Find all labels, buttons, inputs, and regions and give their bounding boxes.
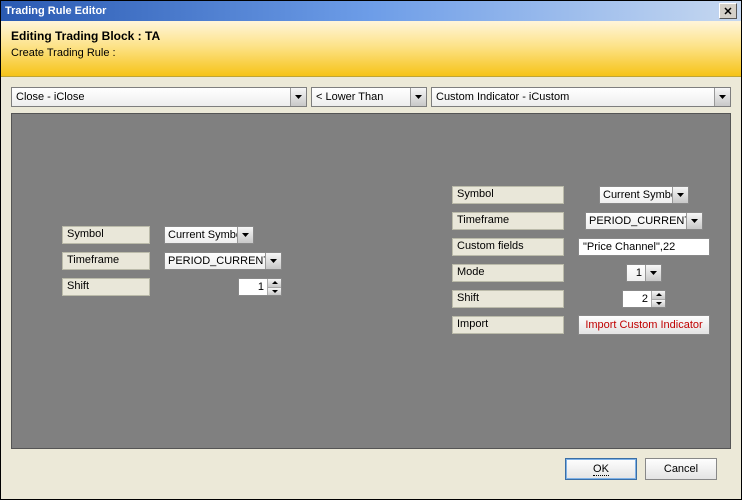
field-row: Timeframe PERIOD_CURRENT: [452, 210, 710, 232]
operand-left-text: Close - iClose: [12, 91, 290, 103]
body: Close - iClose < Lower Than Custom Indic…: [1, 77, 741, 499]
left-symbol-select[interactable]: Current Symbol: [164, 226, 254, 244]
right-symbol-value: Current Symbol: [600, 189, 672, 201]
left-shift-spinner[interactable]: 1: [238, 278, 282, 296]
operator-text: < Lower Than: [312, 91, 410, 103]
spinner-up[interactable]: [652, 291, 665, 300]
left-symbol-value: Current Symbol: [165, 229, 237, 241]
rule-combo-row: Close - iClose < Lower Than Custom Indic…: [11, 87, 731, 107]
ok-button[interactable]: OK: [565, 458, 637, 480]
import-custom-indicator-button[interactable]: Import Custom Indicator: [578, 315, 710, 335]
field-row: Mode 1: [452, 262, 710, 284]
header-band: Editing Trading Block : TA Create Tradin…: [1, 21, 741, 77]
left-operand-group: Symbol Current Symbol Timeframe PERIOD_C…: [62, 224, 282, 302]
field-row: Symbol Current Symbol: [452, 184, 710, 206]
field-row: Shift 1: [62, 276, 282, 298]
chevron-down-icon: [237, 227, 253, 243]
left-timeframe-value: PERIOD_CURRENT: [165, 255, 265, 267]
left-shift-value: 1: [239, 281, 267, 293]
chevron-down-icon: [714, 88, 730, 106]
main-panel: Symbol Current Symbol Timeframe PERIOD_C…: [11, 113, 731, 449]
header-sub: Create Trading Rule :: [11, 47, 731, 59]
label-symbol: Symbol: [452, 186, 564, 204]
spinner-down[interactable]: [652, 300, 665, 308]
label-timeframe: Timeframe: [452, 212, 564, 230]
operand-left-select[interactable]: Close - iClose: [11, 87, 307, 107]
titlebar[interactable]: Trading Rule Editor ✕: [1, 1, 741, 21]
close-button[interactable]: ✕: [719, 3, 737, 19]
chevron-down-icon: [410, 88, 426, 106]
label-custom-fields: Custom fields: [452, 238, 564, 256]
field-row: Symbol Current Symbol: [62, 224, 282, 246]
chevron-down-icon: [686, 213, 702, 229]
right-timeframe-select[interactable]: PERIOD_CURRENT: [585, 212, 703, 230]
label-shift: Shift: [452, 290, 564, 308]
operand-right-select[interactable]: Custom Indicator - iCustom: [431, 87, 731, 107]
window-title: Trading Rule Editor: [5, 5, 719, 17]
chevron-down-icon: [265, 253, 281, 269]
label-symbol: Symbol: [62, 226, 150, 244]
window: Trading Rule Editor ✕ Editing Trading Bl…: [0, 0, 742, 500]
cancel-button[interactable]: Cancel: [645, 458, 717, 480]
operator-select[interactable]: < Lower Than: [311, 87, 427, 107]
operand-right-text: Custom Indicator - iCustom: [432, 91, 714, 103]
right-shift-value: 2: [623, 293, 651, 305]
field-row: Shift 2: [452, 288, 710, 310]
right-timeframe-value: PERIOD_CURRENT: [586, 215, 686, 227]
spinner-up[interactable]: [268, 279, 281, 288]
right-custom-fields-input[interactable]: [578, 238, 710, 256]
right-shift-spinner[interactable]: 2: [622, 290, 666, 308]
close-icon: ✕: [723, 5, 732, 18]
chevron-down-icon: [290, 88, 306, 106]
right-mode-value: 1: [627, 267, 645, 279]
field-row: Timeframe PERIOD_CURRENT: [62, 250, 282, 272]
chevron-down-icon: [672, 187, 688, 203]
label-timeframe: Timeframe: [62, 252, 150, 270]
chevron-down-icon: [645, 265, 661, 281]
right-mode-select[interactable]: 1: [626, 264, 662, 282]
footer: OK Cancel: [11, 449, 731, 489]
field-row: Import Import Custom Indicator: [452, 314, 710, 336]
right-operand-group: Symbol Current Symbol Timeframe PERIOD_C…: [452, 184, 710, 340]
left-timeframe-select[interactable]: PERIOD_CURRENT: [164, 252, 282, 270]
right-symbol-select[interactable]: Current Symbol: [599, 186, 689, 204]
label-mode: Mode: [452, 264, 564, 282]
spinner-down[interactable]: [268, 288, 281, 296]
field-row: Custom fields: [452, 236, 710, 258]
label-import: Import: [452, 316, 564, 334]
label-shift: Shift: [62, 278, 150, 296]
header-title: Editing Trading Block : TA: [11, 29, 731, 43]
